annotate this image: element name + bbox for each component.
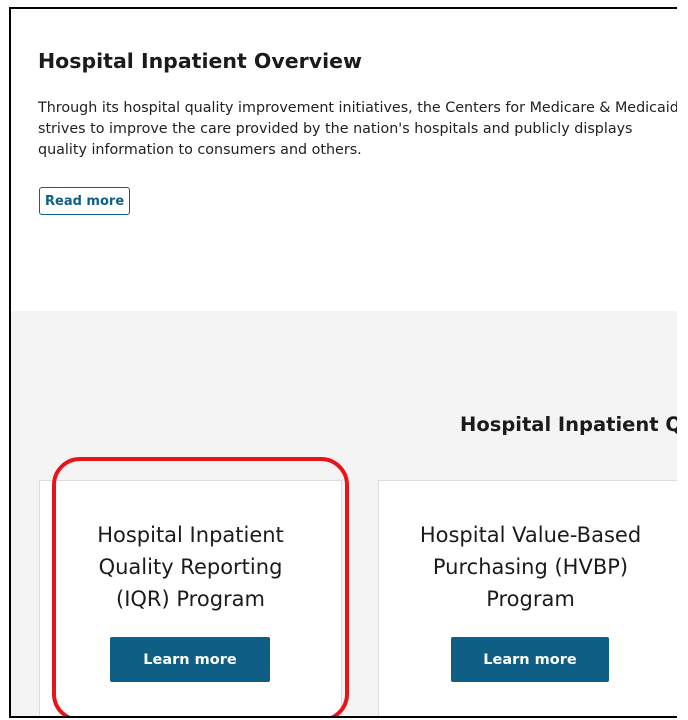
overview-description-line: strives to improve the care provided by …: [38, 121, 633, 137]
program-card-title-line: Hospital Value-Based: [419, 523, 642, 547]
program-card-title-line: (IQR) Program: [116, 587, 265, 611]
program-card-hvbp: Hospital Value-Based Purchasing (HVBP) P…: [378, 480, 677, 716]
learn-more-button-iqr[interactable]: Learn more: [110, 637, 270, 682]
program-card-title-line: Quality Reporting: [98, 555, 283, 579]
programs-section-title: Hospital Inpatient Quality Programs: [460, 413, 677, 436]
page-viewport: Hospital Inpatient Overview Through its …: [9, 7, 677, 718]
program-card-title-line: Hospital Inpatient: [97, 523, 284, 547]
program-card-iqr: Hospital Inpatient Quality Reporting (IQ…: [39, 480, 342, 716]
program-card-title: Hospital Inpatient Quality Reporting (IQ…: [40, 519, 341, 615]
program-card-title-line: Purchasing (HVBP): [432, 555, 629, 579]
overview-section: Hospital Inpatient Overview Through its …: [11, 9, 677, 311]
overview-description-line: quality information to consumers and oth…: [38, 142, 362, 158]
learn-more-button-hvbp[interactable]: Learn more: [451, 637, 609, 682]
program-card-title-line: Program: [486, 587, 575, 611]
read-more-button[interactable]: Read more: [39, 187, 131, 215]
overview-description-line: Through its hospital quality improvement…: [38, 100, 677, 116]
overview-title: Hospital Inpatient Overview: [38, 49, 362, 73]
overview-description: Through its hospital quality improvement…: [38, 98, 677, 161]
program-card-title: Hospital Value-Based Purchasing (HVBP) P…: [379, 519, 677, 615]
